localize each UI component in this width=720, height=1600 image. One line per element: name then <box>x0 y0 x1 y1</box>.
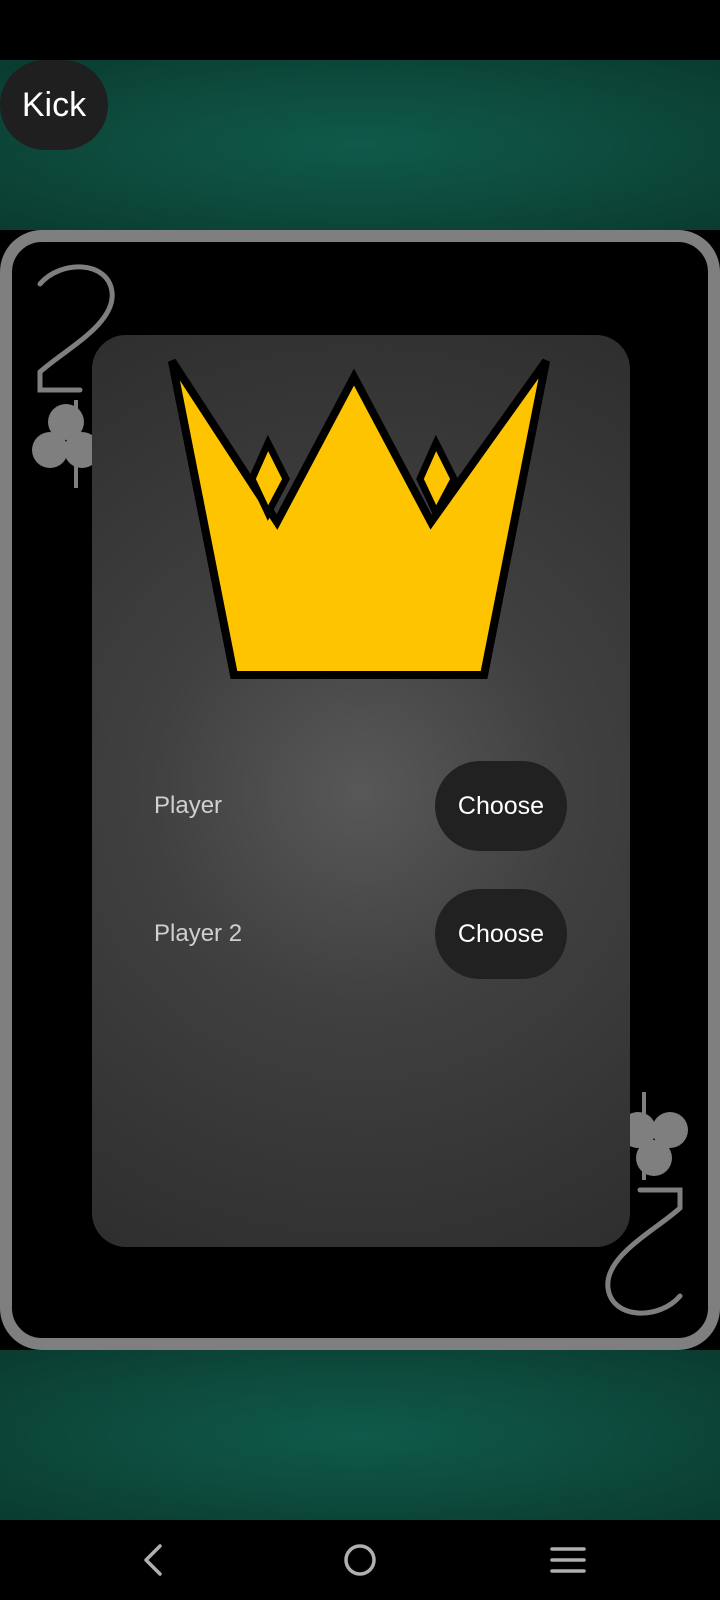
kick-button[interactable]: Kick <box>0 60 108 150</box>
recents-button[interactable] <box>508 1520 628 1600</box>
navigation-bar <box>0 1520 720 1600</box>
player-row: Player 2 Choose <box>92 889 630 979</box>
table-felt-bottom <box>0 1350 720 1520</box>
home-button[interactable] <box>300 1520 420 1600</box>
player-row: Player Choose <box>92 761 630 851</box>
crown-icon <box>168 358 550 679</box>
choose-player-button[interactable]: Choose <box>435 889 567 979</box>
back-button[interactable] <box>94 1520 214 1600</box>
choose-player-button[interactable]: Choose <box>435 761 567 851</box>
table-felt-top <box>0 60 720 230</box>
status-bar <box>0 0 720 60</box>
home-icon <box>344 1544 376 1576</box>
recents-icon <box>550 1547 586 1573</box>
back-icon <box>144 1544 162 1576</box>
player-name: Player 2 <box>154 920 243 947</box>
player-name: Player <box>154 792 223 819</box>
choose-player-dialog: Player Choose Player 2 Choose <box>92 335 630 1247</box>
